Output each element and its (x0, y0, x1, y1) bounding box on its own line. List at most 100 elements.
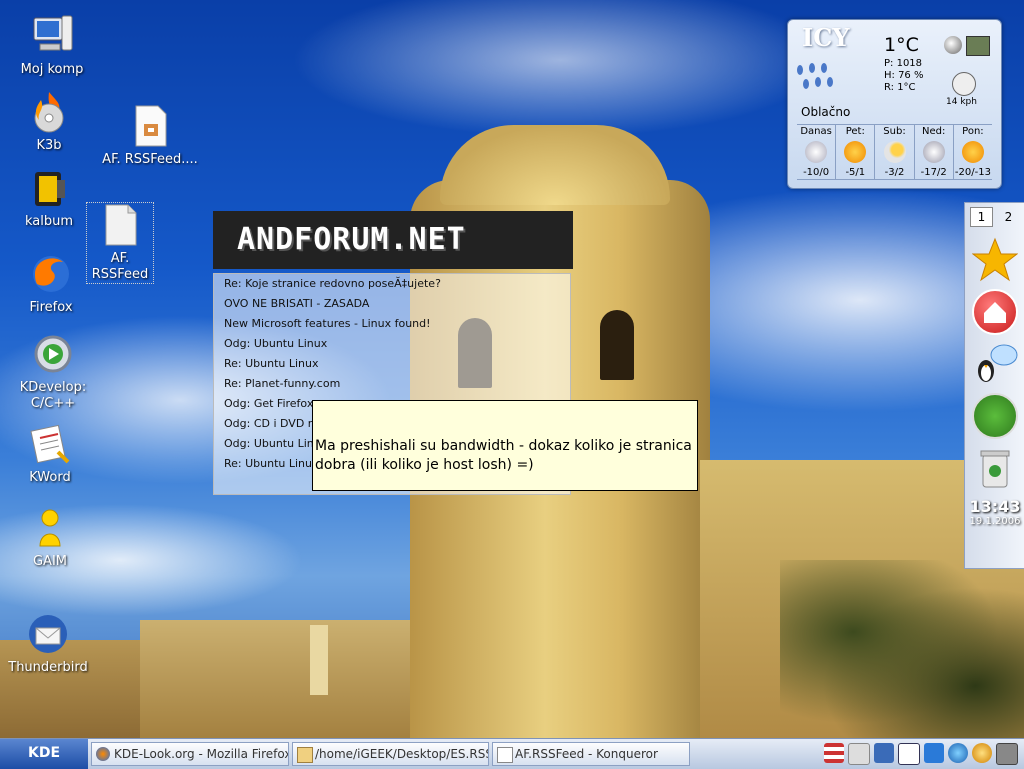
clipboard-icon[interactable] (848, 743, 870, 765)
weather-stats: P: 1018 H: 76 % R: 1°C (884, 58, 923, 94)
forecast-day: Pet: -5/1 (836, 125, 876, 179)
firefox-icon (29, 252, 73, 296)
wallpaper-tower-dome (440, 125, 670, 205)
clock[interactable]: 13:43 19.1.2006 (965, 497, 1024, 527)
forecast-day: Sub: -3/2 (875, 125, 915, 179)
weather-forecast: Danas -10/0 Pet: -5/1 Sub: -3/2 Ned: -17… (797, 124, 992, 180)
desktop-pager: 1 2 (965, 203, 1024, 231)
map-icon[interactable] (966, 36, 990, 56)
sun-icon (844, 141, 867, 163)
task-label: AF.RSSFeed - Konqueror (515, 747, 658, 761)
wallpaper-tower-window (600, 310, 634, 380)
weather-temperature: 1°C (884, 34, 919, 56)
trash-icon[interactable] (972, 445, 1018, 491)
kword-document-icon (28, 422, 72, 466)
forum-topic-link[interactable]: OVO NE BRISATI - ZASADA (214, 294, 570, 314)
folder-icon (297, 747, 313, 763)
weather-wind: 14 kph (946, 97, 977, 107)
desktop-icon-kword[interactable]: KWord (0, 422, 100, 486)
desktop-icon-label: kalbum (24, 214, 74, 229)
desktop-icon-thunderbird[interactable]: Thunderbird (0, 612, 98, 676)
taskbar: KDE KDE-Look.org - Mozilla Firefox /home… (0, 738, 1024, 769)
desktop-icon-kalbum[interactable]: kalbum (0, 166, 99, 230)
clock-date: 19.1.2006 (969, 516, 1021, 527)
forecast-day: Pon: -20/-13 (954, 125, 992, 179)
gaim-person-icon (28, 506, 72, 550)
partly-sunny-icon (883, 141, 906, 163)
wallpaper-lighthouse (310, 625, 328, 695)
side-panel: 1 2 13:43 19.1.2006 (964, 202, 1024, 569)
desktop-icon-k3b[interactable]: K3b (0, 90, 99, 154)
globe-icon[interactable] (944, 36, 962, 54)
forecast-temps: -10/0 (803, 167, 830, 178)
k3b-flame-disc-icon (27, 90, 71, 134)
keyboard-layout-flag-icon[interactable] (824, 743, 844, 763)
messenger-penguin-icon[interactable] (972, 341, 1018, 387)
weather-station-label: ICY (802, 23, 850, 52)
forecast-temps: -3/2 (884, 167, 905, 178)
desktop-icon-af-rssfeed[interactable]: AF. RSSFeed (86, 202, 154, 284)
network-globe-icon[interactable] (948, 743, 968, 763)
desktop-icon-label: Moj komp (20, 62, 84, 77)
firefox-icon (96, 747, 110, 761)
forum-banner-title[interactable]: ANDFORUM.NET (213, 211, 573, 269)
pager-desktop-2[interactable]: 2 (997, 207, 1020, 227)
snow-icon (922, 141, 945, 163)
wallpaper-trees (780, 560, 1024, 740)
kde-menu-button[interactable]: KDE (0, 739, 88, 769)
forecast-temps: -17/2 (920, 167, 947, 178)
task-label: /home/iGEEK/Desktop/ES.RSS (315, 747, 489, 761)
desktop-icon-label: KDevelop: C/C++ (19, 380, 87, 411)
thunderbird-icon (26, 612, 70, 656)
network-icon[interactable] (972, 393, 1018, 439)
desktop-icon-af-rssfeed-archive[interactable]: AF. RSSFeed.... (100, 104, 200, 168)
power-icon[interactable] (996, 743, 1018, 765)
tooltip-line-2: dobra (ili koliko je host losh) =) (315, 457, 534, 473)
weather-widget[interactable]: ICY 1°C P: 1018 H: 76 % R: 1°C 14 kph Ob… (787, 19, 1002, 189)
desktop-icon-label: AF. RSSFeed (91, 251, 149, 282)
forum-topic-link[interactable]: Re: Ubuntu Linux (214, 354, 570, 374)
computer-icon (30, 14, 74, 58)
forecast-day-name: Danas (800, 126, 832, 137)
forecast-day: Ned: -17/2 (915, 125, 954, 179)
forum-topic-link[interactable]: Re: Planet-funny.com (214, 374, 570, 394)
weather-humidity: H: 76 % (884, 70, 924, 81)
desktop-icon-label: AF. RSSFeed.... (102, 152, 198, 167)
wallpaper-wall-left (140, 620, 440, 740)
weather-pressure: P: 1018 (884, 58, 923, 69)
taskbar-task-konqueror[interactable]: AF.RSSFeed - Konqueror (492, 742, 690, 766)
tooltip: Ma preshishali su bandwidth - dokaz koli… (312, 400, 698, 491)
forecast-day-name: Ned: (922, 126, 946, 137)
download-arrow-icon[interactable] (924, 743, 944, 763)
desktop-icon-moj-komp[interactable]: Moj komp (2, 14, 102, 78)
desktop-icon-label: K3b (36, 138, 62, 153)
star-bookmarks-icon[interactable] (971, 237, 1019, 283)
calendar-icon[interactable] (898, 743, 920, 765)
weather-real-feel: R: 1°C (884, 82, 916, 93)
forum-topic-link[interactable]: Re: Koje stranice redovno poseĂ‡ujete? (214, 274, 570, 294)
alarm-clock-icon[interactable] (972, 743, 992, 763)
document-icon (497, 747, 513, 763)
forecast-temps: -5/1 (845, 167, 866, 178)
taskbar-task-folder[interactable]: /home/iGEEK/Desktop/ES.RSS (292, 742, 489, 766)
home-icon[interactable] (972, 289, 1018, 335)
wind-compass-icon (952, 72, 976, 96)
desktop-icon-gaim[interactable]: GAIM (0, 506, 100, 570)
archive-file-icon (128, 104, 172, 148)
forecast-temps: -20/-13 (954, 167, 991, 178)
task-label: KDE-Look.org - Mozilla Firefox (114, 747, 289, 761)
forum-topic-link[interactable]: Odg: Ubuntu Linux (214, 334, 570, 354)
desktop-icon-label: GAIM (32, 554, 68, 569)
forecast-day-name: Pet: (845, 126, 865, 137)
forum-topic-link[interactable]: New Microsoft features - Linux found! (214, 314, 570, 334)
sun-icon (961, 141, 984, 163)
rain-icon (797, 63, 833, 89)
film-roll-icon (27, 166, 71, 210)
weather-condition: Oblačno (801, 105, 851, 119)
taskbar-task-firefox[interactable]: KDE-Look.org - Mozilla Firefox (91, 742, 289, 766)
display-icon[interactable] (874, 743, 894, 763)
desktop-icon-kdevelop[interactable]: KDevelop: C/C++ (3, 332, 103, 412)
pager-desktop-1[interactable]: 1 (970, 207, 993, 227)
forecast-day-name: Pon: (962, 126, 984, 137)
kdevelop-gear-icon (31, 332, 75, 376)
